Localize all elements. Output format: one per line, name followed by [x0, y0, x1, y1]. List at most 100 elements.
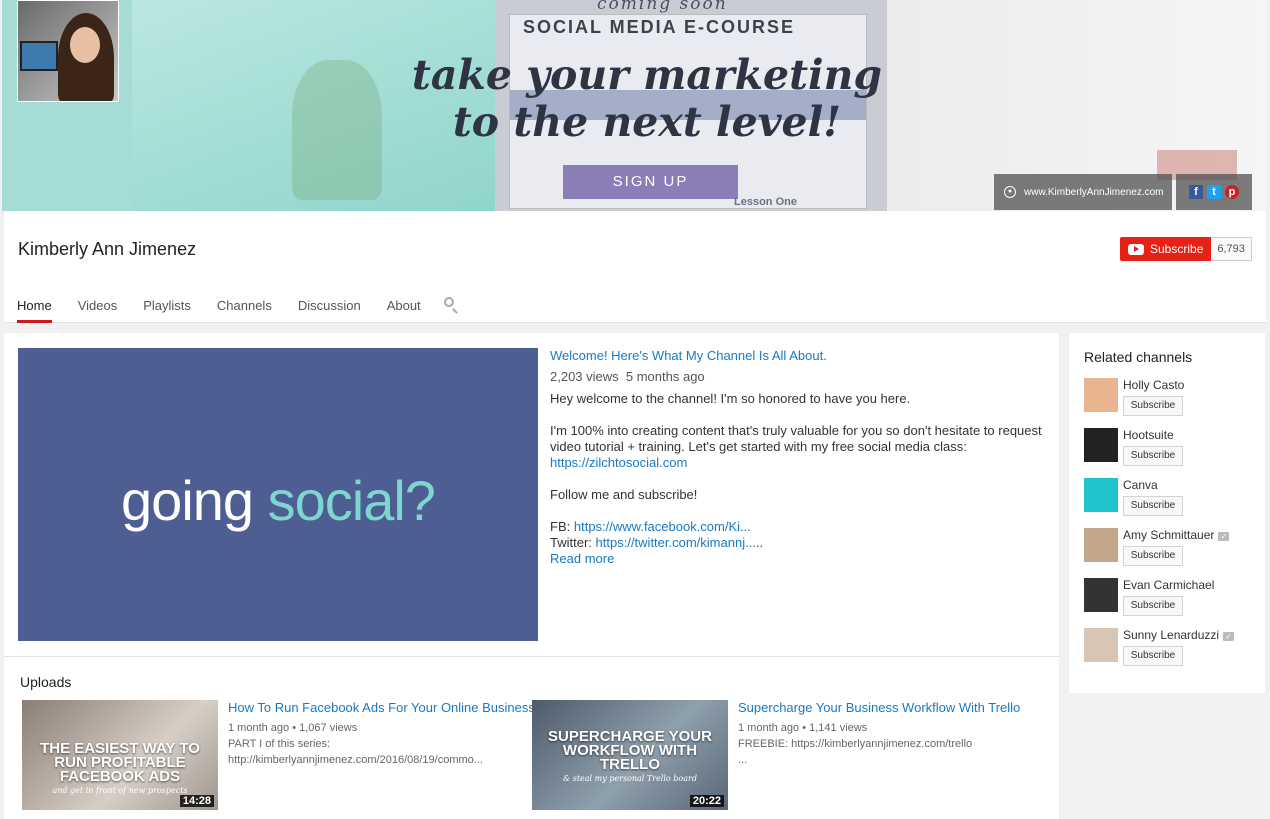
related-channel-item[interactable]: Amy Schmittauer ✓ Subscribe: [1084, 528, 1259, 568]
verified-icon: ✓: [1218, 532, 1230, 541]
related-subscribe-button[interactable]: Subscribe: [1123, 646, 1183, 666]
related-channel-item[interactable]: Canva Subscribe: [1084, 478, 1259, 518]
upload-info: How To Run Facebook Ads For Your Online …: [228, 700, 535, 768]
subscriber-count: 6,793: [1211, 237, 1252, 261]
related-channel-avatar[interactable]: [1084, 478, 1118, 512]
upload-thumb-title: THE EASIEST WAY TO RUN PROFITABLE FACEBO…: [40, 740, 200, 785]
upload-thumb-subtitle: and get in front of new prospects: [52, 786, 188, 795]
upload-title[interactable]: Supercharge Your Business Workflow With …: [738, 700, 1038, 716]
related-subscribe-button[interactable]: Subscribe: [1123, 446, 1183, 466]
banner-website-link[interactable]: ● www.KimberlyAnnJimenez.com: [994, 174, 1172, 210]
banner-headline-line2: to the next level!: [452, 98, 842, 146]
featured-desc-3: Follow me and subscribe!: [550, 487, 698, 502]
facebook-link[interactable]: https://www.facebook.com/Ki...: [574, 519, 751, 534]
tab-discussion[interactable]: Discussion: [285, 291, 374, 323]
uploads-heading[interactable]: Uploads: [20, 674, 71, 690]
featured-video-title[interactable]: Welcome! Here's What My Channel Is All A…: [550, 348, 1050, 364]
subscribe-button[interactable]: Subscribe: [1120, 237, 1212, 261]
featured-description: Hey welcome to the channel! I'm so honor…: [550, 391, 1050, 567]
banner-website-text: www.KimberlyAnnJimenez.com: [1024, 186, 1164, 198]
read-more-link[interactable]: Read more: [550, 551, 614, 566]
featured-video-info: Welcome! Here's What My Channel Is All A…: [550, 348, 1050, 567]
related-channel-item[interactable]: Holly Casto Subscribe: [1084, 378, 1259, 418]
upload-meta: 1 month ago • 1,141 views: [738, 722, 868, 734]
banner-headline: take your marketing to the next level!: [407, 52, 887, 146]
related-channel-name[interactable]: Amy Schmittauer ✓: [1123, 528, 1230, 542]
avatar-monitor-shape: [20, 41, 58, 71]
banner-headline-line1: take your marketing: [411, 51, 883, 99]
upload-views: 1,141 views: [809, 722, 868, 734]
twitter-label: Twitter:: [550, 535, 592, 550]
related-channel-avatar[interactable]: [1084, 428, 1118, 462]
video-duration: 14:28: [179, 795, 214, 807]
twitter-link[interactable]: https://twitter.com/kimannj...: [596, 535, 756, 550]
upload-thumbnail[interactable]: THE EASIEST WAY TO RUN PROFITABLE FACEBO…: [22, 700, 218, 810]
upload-views: 1,067 views: [299, 722, 358, 734]
banner-plant-image: [292, 60, 382, 200]
upload-age: 1 month ago: [738, 722, 800, 734]
related-channel-name[interactable]: Evan Carmichael: [1123, 578, 1214, 592]
fb-label: FB:: [550, 519, 571, 534]
section-divider: [4, 656, 1059, 657]
upload-age: 1 month ago: [228, 722, 290, 734]
upload-thumb-title: SUPERCHARGE YOUR WORKFLOW WITH TRELLO: [548, 728, 712, 773]
upload-thumbnail[interactable]: SUPERCHARGE YOUR WORKFLOW WITH TRELLO & …: [532, 700, 728, 810]
featured-video-thumbnail[interactable]: going social?: [18, 348, 538, 641]
related-channel-item[interactable]: Sunny Lenarduzzi ✓ Subscribe: [1084, 628, 1259, 668]
verified-icon: ✓: [1223, 632, 1235, 641]
banner-lesson-label: Lesson One: [734, 196, 797, 208]
twitter-link-suffix: ..: [755, 535, 764, 550]
related-channel-avatar[interactable]: [1084, 378, 1118, 412]
featured-desc-2-text: I'm 100% into creating content that's tr…: [550, 423, 1042, 454]
upload-title[interactable]: How To Run Facebook Ads For Your Online …: [228, 700, 535, 716]
related-channel-avatar[interactable]: [1084, 528, 1118, 562]
channel-avatar[interactable]: [17, 0, 119, 102]
related-subscribe-button[interactable]: Subscribe: [1123, 496, 1183, 516]
related-channel-avatar[interactable]: [1084, 628, 1118, 662]
featured-desc-1: Hey welcome to the channel! I'm so honor…: [550, 391, 911, 406]
related-channel-name[interactable]: Canva: [1123, 478, 1158, 492]
featured-video-meta: 2,203 views 5 months ago: [550, 369, 1050, 385]
related-subscribe-button[interactable]: Subscribe: [1123, 596, 1183, 616]
channel-banner: coming soon SOCIAL MEDIA E-COURSE take y…: [2, 0, 1266, 211]
upload-desc-2: ...: [738, 754, 748, 766]
related-channel-avatar[interactable]: [1084, 578, 1118, 612]
featured-thumb-text-2: social?: [267, 469, 436, 532]
video-duration: 20:22: [689, 795, 724, 807]
channel-name[interactable]: Kimberly Ann Jimenez: [18, 239, 196, 260]
featured-views: 2,203 views: [550, 369, 619, 384]
upload-info: Supercharge Your Business Workflow With …: [738, 700, 1038, 768]
tab-home[interactable]: Home: [4, 291, 65, 323]
related-subscribe-button[interactable]: Subscribe: [1123, 396, 1183, 416]
subscribe-button-group: Subscribe 6,793: [1120, 237, 1252, 261]
tab-channels[interactable]: Channels: [204, 291, 285, 323]
related-subscribe-button[interactable]: Subscribe: [1123, 546, 1183, 566]
channel-header: Kimberly Ann Jimenez Subscribe 6,793 Hom…: [4, 211, 1266, 323]
channel-search-button[interactable]: [434, 291, 474, 323]
related-channels-panel: Related channels Holly Casto Subscribe Hoo…: [1069, 333, 1265, 693]
pinterest-icon[interactable]: p: [1225, 185, 1239, 199]
related-channels-title: Related channels: [1084, 349, 1193, 365]
featured-social-links: FB: https://www.facebook.com/Ki... Twitt…: [550, 519, 1050, 567]
related-channel-item[interactable]: Evan Carmichael Subscribe: [1084, 578, 1259, 618]
related-channel-name[interactable]: Holly Casto: [1123, 378, 1184, 392]
tab-about[interactable]: About: [374, 291, 434, 323]
tab-videos[interactable]: Videos: [65, 291, 131, 323]
main-content: going social? Welcome! Here's What My Ch…: [4, 333, 1059, 819]
upload-meta: 1 month ago • 1,067 views: [228, 722, 358, 734]
featured-age: 5 months ago: [625, 369, 705, 384]
related-channel-item[interactable]: Hootsuite Subscribe: [1084, 428, 1259, 468]
search-icon: [443, 297, 454, 307]
featured-course-link[interactable]: https://zilchtosocial.com: [550, 455, 687, 470]
twitter-icon[interactable]: t: [1207, 185, 1221, 199]
related-channel-name[interactable]: Sunny Lenarduzzi ✓: [1123, 628, 1235, 642]
upload-desc-1: PART I of this series:: [228, 738, 331, 750]
facebook-icon[interactable]: f: [1189, 185, 1203, 199]
related-channel-name[interactable]: Hootsuite: [1123, 428, 1174, 442]
upload-desc-1: FREEBIE: https://kimberlyannjimenez.com/…: [738, 738, 973, 750]
banner-course-label: SOCIAL MEDIA E-COURSE: [523, 17, 796, 37]
tab-playlists[interactable]: Playlists: [130, 291, 204, 323]
featured-desc-2: I'm 100% into creating content that's tr…: [550, 423, 1050, 471]
banner-signup-button[interactable]: SIGN UP: [563, 165, 738, 199]
upload-desc-2: http://kimberlyannjimenez.com/2016/08/19…: [228, 754, 483, 766]
